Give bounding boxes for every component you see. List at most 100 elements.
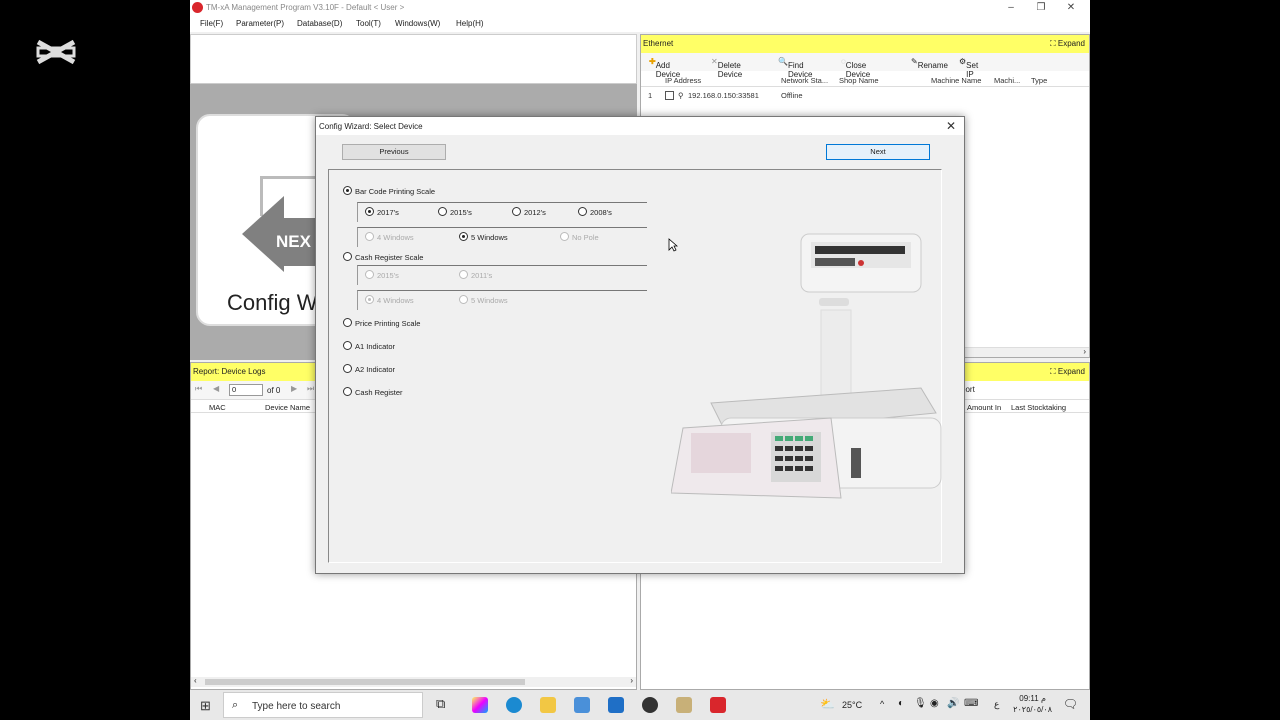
volume-icon[interactable]: 🔊 (947, 698, 959, 709)
scroll-left-icon[interactable]: ‹ (194, 676, 197, 685)
radio-no-pole[interactable]: No Pole (560, 232, 599, 242)
radio-label: 2011's (471, 271, 493, 280)
mail-icon[interactable] (608, 697, 624, 713)
col-device-name[interactable]: Device Name (265, 403, 310, 412)
delete-device-button[interactable]: ✕ Delete Device (711, 57, 742, 79)
expand-button[interactable]: ⛶ Expand (1050, 367, 1085, 377)
store-icon[interactable] (574, 697, 590, 713)
expand-button[interactable]: ⛶ Expand (1050, 39, 1085, 49)
file-explorer-icon[interactable] (540, 697, 556, 713)
scroll-right-icon[interactable]: › (630, 676, 633, 685)
rename-label: Rename (917, 61, 948, 70)
col-machine-type[interactable]: Machi... (994, 76, 1020, 85)
radio-price-printing-scale[interactable]: Price Printing Scale (343, 318, 420, 328)
radio-cash-5-windows[interactable]: 5 Windows (459, 295, 508, 305)
tray-icon-1[interactable]: ◐ (898, 698, 904, 709)
language-indicator[interactable]: ع (994, 699, 999, 710)
next-button[interactable]: Next (826, 144, 930, 160)
radio-label: 2008's (590, 208, 612, 217)
col-machine-name[interactable]: Machine Name (931, 76, 981, 85)
row-status: Offline (781, 91, 803, 100)
previous-button[interactable]: Previous (342, 144, 446, 160)
radio-2008[interactable]: 2008's (578, 207, 612, 217)
radio-label: 4 Windows (377, 296, 414, 305)
col-mac[interactable]: MAC (209, 403, 226, 412)
taskbar-search-input[interactable]: ⌕ Type here to search (223, 692, 423, 718)
radio-cash-4-windows[interactable]: 4 Windows (365, 295, 414, 305)
tray-chevron-icon[interactable]: ^ (880, 699, 884, 709)
rename-button[interactable]: ✎ Rename (911, 57, 948, 70)
windows-start-icon[interactable]: ⊞ (200, 698, 211, 714)
expand-label: Expand (1057, 39, 1085, 48)
radio-2012[interactable]: 2012's (512, 207, 546, 217)
device-icon: ⚲ (678, 91, 684, 100)
tm-xa-app-icon[interactable] (710, 697, 726, 713)
copilot-icon[interactable] (472, 697, 488, 713)
last-page-icon[interactable]: ⏭ (307, 384, 314, 394)
ethernet-table-header: IP Address Network Sta... Shop Name Mach… (641, 73, 1089, 87)
radio-2015[interactable]: 2015's (438, 207, 472, 217)
radio-4-windows[interactable]: 4 Windows (365, 232, 414, 242)
radio-5-windows[interactable]: 5 Windows (459, 232, 508, 242)
col-last-stocktaking[interactable]: Last Stocktaking (1011, 403, 1066, 412)
ethernet-title: Ethernet (643, 39, 674, 48)
radio-cash-2011[interactable]: 2011's (459, 270, 492, 280)
minimize-icon[interactable]: – (996, 0, 1026, 16)
microphone-icon[interactable]: 🎙 (914, 698, 927, 709)
row-checkbox[interactable] (665, 91, 674, 100)
radio-label: 2017's (377, 208, 399, 217)
radio-cash-register[interactable]: Cash Register (343, 387, 403, 397)
next-page-icon[interactable]: ▶ (291, 384, 297, 393)
col-ip[interactable]: IP Address (665, 76, 701, 85)
task-view-icon[interactable]: ⧉ (436, 696, 445, 712)
close-window-icon[interactable]: ✕ (1056, 0, 1086, 16)
find-device-button[interactable]: 🔍 Find Device (778, 57, 812, 79)
network-icon[interactable]: ◉ (930, 698, 939, 709)
radio-indicator (459, 270, 468, 279)
search-icon: ⌕ (232, 699, 239, 711)
radio-indicator (512, 207, 521, 216)
radio-cash-register-scale[interactable]: Cash Register Scale (343, 252, 423, 262)
search-placeholder: Type here to search (252, 701, 341, 712)
radio-label: 5 Windows (471, 233, 508, 242)
radio-label: 4 Windows (377, 233, 414, 242)
radio-2017[interactable]: 2017's (365, 207, 399, 217)
radio-indicator (343, 186, 352, 195)
radio-barcode-scale[interactable]: Bar Code Printing Scale (343, 186, 435, 196)
app-icon-1[interactable] (642, 697, 658, 713)
radio-label: No Pole (572, 233, 599, 242)
clock[interactable]: 09:11 م ٢٠٢٥/٠٥/٠٨ (1013, 693, 1052, 715)
radio-cash-2015[interactable]: 2015's (365, 270, 399, 280)
temperature: 25°C (842, 700, 863, 710)
device-select-panel: Bar Code Printing Scale 2017's 2015's 20… (328, 169, 942, 563)
col-status[interactable]: Network Sta... (781, 76, 828, 85)
close-device-button[interactable]: ◌ Close Device (841, 57, 870, 79)
col-shop[interactable]: Shop Name (839, 76, 879, 85)
set-ip-button[interactable]: ⚙ Set IP (959, 57, 978, 79)
radio-a2-indicator[interactable]: A2 Indicator (343, 364, 395, 374)
notification-icon[interactable]: 🗨 (1063, 697, 1078, 711)
radio-indicator (578, 207, 587, 216)
report-scrollbar[interactable]: ‹ › (191, 676, 636, 687)
scroll-thumb[interactable] (205, 679, 525, 685)
dialog-close-icon[interactable]: ✕ (946, 119, 956, 133)
config-card-text: Config W (227, 290, 318, 315)
edge-icon[interactable] (506, 697, 522, 713)
first-page-icon[interactable]: ⏮ (195, 384, 202, 394)
scroll-right-icon[interactable]: › (1083, 347, 1086, 356)
col-amount-in[interactable]: Amount In (967, 403, 1001, 412)
app-icon-2[interactable] (676, 697, 692, 713)
keyboard-icon[interactable]: ⌨ (964, 698, 978, 709)
radio-label: Bar Code Printing Scale (355, 187, 436, 196)
capcut-logo (36, 36, 76, 68)
prev-page-icon[interactable]: ◀ (213, 384, 219, 393)
radio-indicator (365, 232, 374, 241)
report-title: Report: Device Logs (193, 367, 266, 376)
page-input[interactable]: 0 (229, 384, 263, 396)
ethernet-toolbar: ✚ Add Device ✕ Delete Device 🔍 Find Devi… (641, 53, 1089, 79)
add-device-button[interactable]: ✚ Add Device (649, 57, 680, 79)
restore-icon[interactable]: ❐ (1026, 0, 1056, 16)
col-type[interactable]: Type (1031, 76, 1047, 85)
radio-a1-indicator[interactable]: A1 Indicator (343, 341, 395, 351)
radio-indicator (459, 295, 468, 304)
